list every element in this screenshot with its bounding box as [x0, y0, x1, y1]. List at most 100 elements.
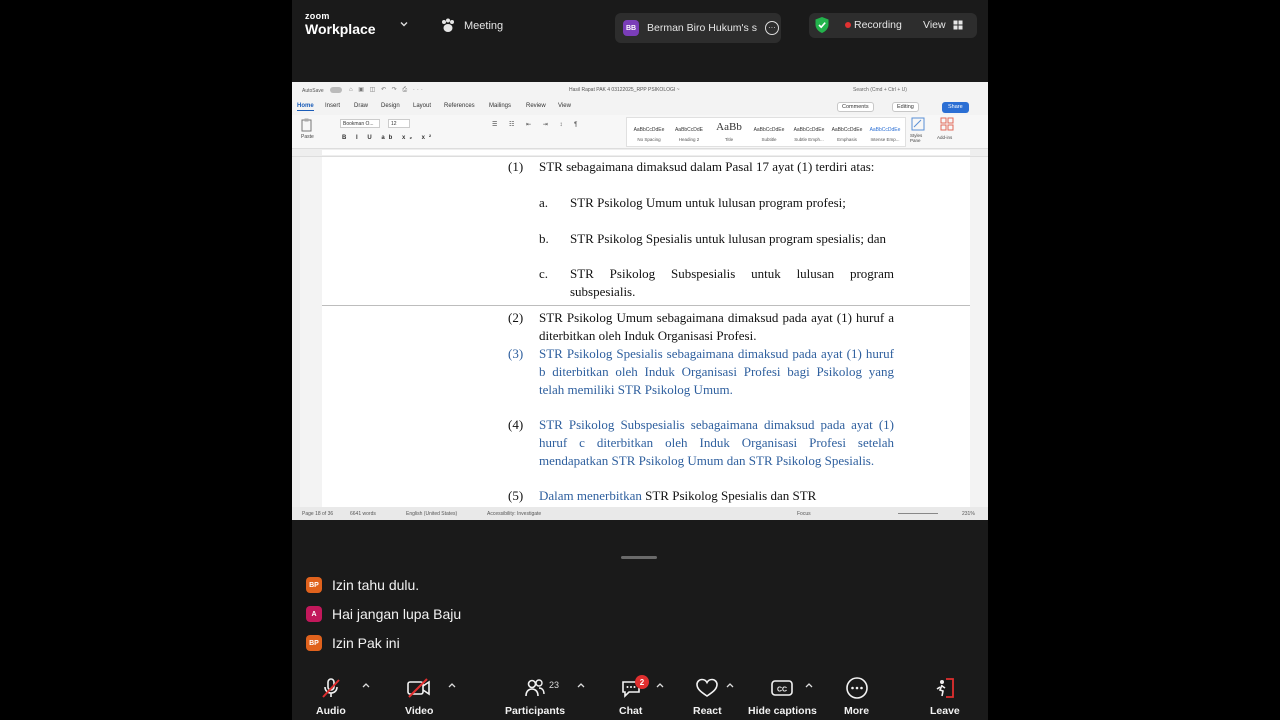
tab-design[interactable]: Design	[381, 103, 400, 109]
add-ins-icon[interactable]	[940, 117, 954, 131]
sharer-avatar: BB	[623, 20, 639, 36]
styles-gallery: AaBbCcDdEe No Spacing AaBbCcDdE Heading …	[626, 117, 906, 147]
tab-review[interactable]: Review	[526, 103, 546, 109]
video-button[interactable]: Video	[405, 676, 433, 717]
more-options-icon[interactable]: ···	[764, 21, 779, 35]
view-button[interactable]: View	[923, 19, 946, 31]
encryption-shield-icon[interactable]	[814, 16, 830, 34]
word-search-input[interactable]: Search (Cmd + Ctrl + U)	[837, 85, 957, 95]
drag-handle[interactable]	[621, 556, 657, 559]
audio-options-chevron-icon[interactable]	[362, 682, 370, 688]
word-status-bar: Page 18 of 36 6641 words English (United…	[292, 507, 988, 520]
paragraph-2: (2) STR Psikolog Umum sebagaimana dimaks…	[508, 310, 894, 343]
word-title-bar: AutoSave ⌂ ▣ ◫ ↶ ↷ ⎙ ··· Hasil Rapat PAK…	[292, 82, 988, 99]
font-size-select[interactable]: 12	[388, 119, 410, 128]
meeting-controls: Audio Video Participants 23 Chat 2 React…	[292, 668, 988, 720]
chat-text: Izin Pak ini	[332, 635, 400, 651]
audio-button[interactable]: Audio	[316, 676, 346, 717]
meeting-info-button[interactable]: Meeting	[440, 18, 503, 33]
avatar: BP	[306, 577, 322, 593]
focus-button[interactable]: Focus	[797, 511, 811, 517]
zoom-slider[interactable]	[898, 513, 938, 514]
more-horizontal-icon	[845, 677, 868, 699]
meeting-label: Meeting	[464, 19, 504, 32]
meeting-paw-icon	[442, 18, 454, 32]
styles-pane-icon[interactable]	[911, 117, 925, 131]
quick-access-icons[interactable]: ⌂ ▣ ◫ ↶ ↷ ⎙ ···	[349, 86, 425, 94]
styles-pane-label: Styles Pane	[910, 133, 923, 143]
page-count[interactable]: Page 18 of 36	[302, 511, 333, 517]
home-ribbon: Paste Bookman O... 12 B I U ab x₂ x² ☰ ☷…	[292, 115, 988, 149]
react-button[interactable]: React	[693, 676, 722, 717]
paragraph-3-tracked-change: (3) STR Psikolog Spesialis sebagaimana d…	[508, 346, 894, 397]
participants-count: 23	[549, 680, 560, 690]
participants-options-chevron-icon[interactable]	[577, 682, 585, 688]
autosave-toggle[interactable]	[330, 87, 342, 93]
accessibility-status[interactable]: Accessibility: Investigate	[487, 511, 541, 517]
zoom-level[interactable]: 231%	[962, 511, 975, 517]
video-off-icon	[407, 678, 431, 698]
chat-text: Hai jangan lupa Baju	[332, 606, 462, 622]
video-options-chevron-icon[interactable]	[448, 682, 456, 688]
meeting-top-bar: zoom Workplace Meeting BB Berman Biro Hu…	[292, 0, 988, 56]
horizontal-ruler[interactable]	[292, 149, 988, 157]
leave-button[interactable]: Leave	[930, 676, 960, 717]
heart-icon	[696, 678, 719, 697]
font-format-buttons[interactable]: B I U ab x₂ x²	[342, 135, 435, 141]
word-count[interactable]: 6641 words	[350, 511, 376, 517]
tab-references[interactable]: References	[444, 103, 475, 109]
recording-dot-icon	[845, 22, 851, 28]
sharer-name: Berman Biro Hukum's s	[647, 22, 757, 34]
react-options-chevron-icon[interactable]	[726, 682, 734, 688]
tab-mailings[interactable]: Mailings	[489, 103, 511, 109]
word-share-button[interactable]: Share	[942, 102, 969, 113]
page-break-line	[322, 305, 970, 306]
style-no-spacing[interactable]: AaBbCcDdEe No Spacing	[629, 121, 669, 142]
unread-count-badge: 2	[635, 675, 649, 689]
paragraph-text: STR sebagaimana dimaksud dalam Pasal 17 …	[539, 159, 875, 174]
screen-share-indicator[interactable]: BB Berman Biro Hukum's s ···	[615, 13, 781, 43]
avatar: A	[306, 606, 322, 622]
language-status[interactable]: English (United States)	[406, 511, 457, 517]
document-page[interactable]: (1) STR sebagaimana dimaksud dalam Pasal…	[322, 157, 970, 507]
zoom-workplace-logo: zoom Workplace	[305, 11, 376, 37]
style-heading-2[interactable]: AaBbCcDdE Heading 2	[669, 121, 709, 142]
style-subtitle[interactable]: AaBbCcDdEe Subtitle	[749, 121, 789, 142]
style-intense-emphasis[interactable]: AaBbCcDdEe Intense Emp...	[865, 121, 905, 142]
style-title[interactable]: AaBb Title	[709, 121, 749, 142]
shared-screen: AutoSave ⌂ ▣ ◫ ↶ ↷ ⎙ ··· Hasil Rapat PAK…	[292, 82, 988, 520]
paste-icon[interactable]	[300, 118, 314, 132]
participants-icon	[525, 679, 545, 697]
paragraph-number: (1)	[508, 159, 524, 174]
autosave-label: AutoSave	[302, 88, 324, 94]
chat-options-chevron-icon[interactable]	[656, 682, 664, 688]
tab-insert[interactable]: Insert	[325, 103, 340, 109]
captions-options-chevron-icon[interactable]	[805, 682, 813, 688]
grid-view-icon[interactable]	[953, 20, 963, 30]
paragraph-1: (1) STR sebagaimana dimaksud dalam Pasal…	[508, 158, 894, 176]
tab-view[interactable]: View	[558, 103, 571, 109]
list-item-b: b. STR Psikolog Spesialis untuk lulusan …	[539, 231, 886, 246]
ribbon-tabs: Home Insert Draw Design Layout Reference…	[292, 100, 988, 114]
style-subtle-emphasis[interactable]: AaBbCcDdEe Subtle Emph...	[789, 121, 829, 142]
editing-mode-button[interactable]: Editing	[892, 102, 919, 112]
vertical-ruler[interactable]	[292, 157, 300, 507]
tab-layout[interactable]: Layout	[413, 103, 431, 109]
tab-draw[interactable]: Draw	[354, 103, 368, 109]
paragraph-buttons[interactable]: ☰ ☷ ⇤ ⇥ ↕ ¶	[492, 121, 582, 128]
paragraph-5: (5) Dalam menerbitkan STR Psikolog Spesi…	[508, 488, 817, 503]
font-name-select[interactable]: Bookman O...	[340, 119, 380, 128]
tab-home[interactable]: Home	[297, 103, 314, 111]
chat-message: A Hai jangan lupa Baju	[306, 606, 461, 622]
zoom-meeting-window: zoom Workplace Meeting BB Berman Biro Hu…	[292, 0, 988, 720]
style-emphasis[interactable]: AaBbCcDdEe Emphasis	[827, 121, 867, 142]
more-button[interactable]: More	[844, 676, 869, 717]
list-item-a: a. STR Psikolog Umum untuk lulusan progr…	[539, 195, 846, 210]
recording-label[interactable]: Recording	[854, 19, 902, 31]
paragraph-4: (4) STR Psikolog Subspesialis sebagaiman…	[508, 417, 894, 468]
comments-button[interactable]: Comments	[837, 102, 874, 112]
avatar: BP	[306, 635, 322, 651]
svg-text:CC: CC	[777, 687, 787, 694]
ruler-page-area	[322, 150, 970, 155]
chevron-down-icon[interactable]	[400, 20, 408, 28]
